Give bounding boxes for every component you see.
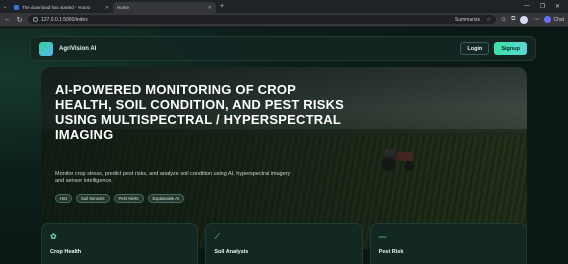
feature-cards: ✿ Crop Health ⟋ Soil Analysis 〰 Pest Ris… — [41, 223, 527, 264]
tag-hsi: HSI — [55, 194, 72, 203]
url-text[interactable]: 127.0.0.1:5000/index — [41, 17, 452, 23]
tab-title: The download has started - Yoursi — [22, 5, 91, 10]
signup-button[interactable]: Signup — [494, 42, 527, 55]
seedling-icon: ✿ — [50, 232, 57, 241]
shovel-icon: ⟋ — [214, 232, 220, 241]
hero-banner: AI-POWERED MONITORING OF CROP HEALTH, SO… — [41, 67, 527, 249]
card-crop-health[interactable]: ✿ Crop Health — [41, 223, 199, 264]
tab-title: Home — [117, 5, 130, 10]
site-info-icon[interactable] — [33, 17, 38, 22]
address-bar: ← ↻ 127.0.0.1:5000/index Summarize ☆ ✩ ⧉… — [0, 13, 568, 27]
back-icon[interactable]: ← — [4, 16, 11, 23]
reload-icon[interactable]: ↻ — [16, 16, 23, 24]
more-menu-icon[interactable]: ⋯ — [533, 16, 539, 23]
profile-avatar[interactable] — [520, 15, 529, 24]
browser-tab-bar: ⌄ The download has started - Yoursi ✕ Ho… — [0, 0, 568, 33]
card-pest-risk[interactable]: 〰 Pest Risk — [369, 223, 527, 264]
maximize-icon[interactable]: ❐ — [540, 3, 545, 10]
brand-name[interactable]: AgriVision AI — [59, 46, 96, 52]
tab-list-chevron-icon[interactable]: ⌄ — [0, 0, 10, 13]
window-controls: — ❐ ✕ — [524, 3, 568, 10]
hero-description: Monitor crop stress, predict pest risks,… — [55, 171, 291, 184]
tab-close-icon[interactable]: ✕ — [208, 5, 212, 11]
toolbar-extensions: ✩ ⧉ ⋯ Chat — [501, 15, 564, 24]
tag-soil-sensors: Soil Sensors — [75, 194, 110, 203]
copilot-icon — [544, 16, 552, 23]
collections-icon[interactable]: ⧉ — [511, 16, 515, 23]
hero-tags: HSI Soil Sensors Pest Alerts Explainable… — [55, 194, 185, 203]
close-window-icon[interactable]: ✕ — [555, 3, 560, 10]
tab-close-icon[interactable]: ✕ — [105, 5, 109, 11]
summarize-button[interactable]: Summarize — [455, 17, 480, 23]
login-button[interactable]: Login — [460, 42, 490, 55]
site-navbar: AgriVision AI Login Signup — [30, 36, 536, 61]
tag-pest-alerts: Pest Alerts — [113, 194, 144, 203]
card-soil-analysis[interactable]: ⟋ Soil Analysis — [205, 223, 363, 264]
new-tab-button[interactable]: + — [220, 3, 224, 10]
tab-home[interactable]: Home ✕ — [0, 2, 216, 33]
favorites-icon[interactable]: ✩ — [501, 16, 506, 23]
star-icon[interactable]: ☆ — [486, 17, 491, 23]
copilot-chat-button[interactable]: Chat — [544, 16, 564, 23]
nav-actions: Login Signup — [460, 42, 527, 55]
brand-logo[interactable] — [39, 41, 53, 56]
bug-icon: 〰 — [378, 233, 387, 242]
card-title: Soil Analysis — [214, 249, 249, 255]
page-content: AgriVision AI Login Signup AI-POWERED MO… — [0, 28, 568, 264]
card-title: Pest Risk — [378, 249, 404, 255]
tag-explainable-ai: Explainable AI — [147, 194, 185, 203]
omnibox[interactable]: 127.0.0.1:5000/index Summarize ☆ — [28, 15, 497, 24]
tab-favicon-icon — [14, 5, 19, 10]
card-title: Crop Health — [50, 249, 82, 255]
hero-title: AI-POWERED MONITORING OF CROP HEALTH, SO… — [55, 82, 345, 142]
chat-label: Chat — [553, 16, 564, 23]
tab-download[interactable]: The download has started - Yoursi ✕ — [10, 2, 113, 13]
minimize-icon[interactable]: — — [524, 3, 530, 10]
